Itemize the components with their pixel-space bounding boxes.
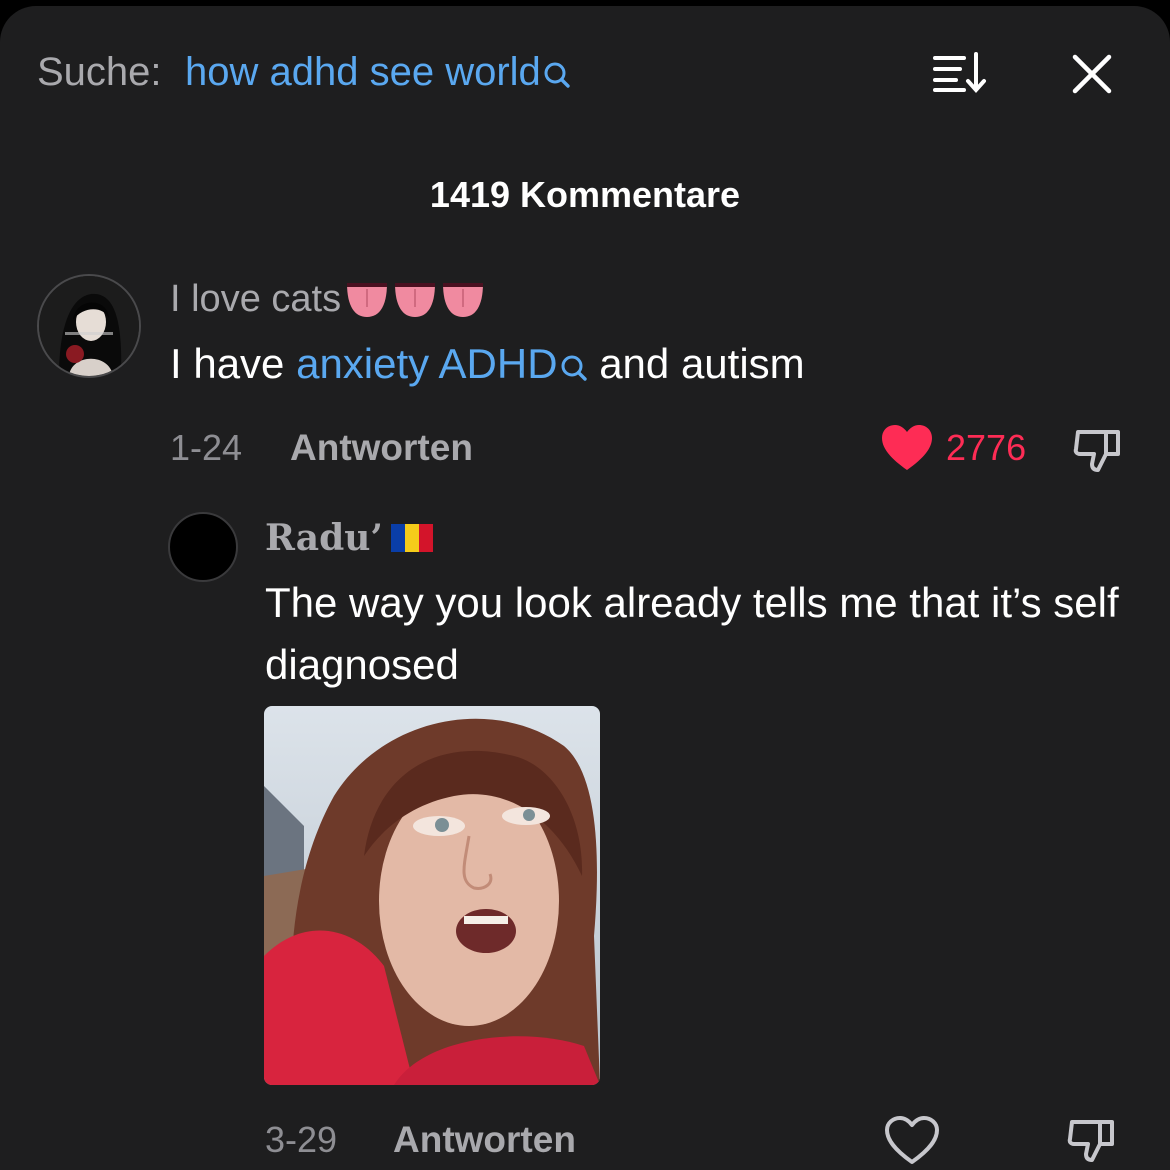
comment-photo[interactable] [264, 706, 600, 1085]
avatar[interactable] [37, 274, 141, 378]
comment-date: 1-24 [170, 427, 243, 468]
thumbs-down-icon[interactable] [1072, 424, 1124, 476]
search-icon [560, 342, 588, 398]
tongue-emoji-icon [443, 283, 484, 317]
comment-text: The way you look already tells me that i… [265, 579, 1119, 688]
like-count: 2776 [946, 427, 1027, 468]
romania-flag-icon [390, 524, 433, 552]
search-prefix: Suche: [37, 50, 162, 94]
reply-button[interactable]: Antworten [393, 1118, 576, 1162]
heart-outline-icon[interactable] [884, 1116, 940, 1166]
search-query-link[interactable]: how adhd see world [185, 46, 571, 104]
reply-button[interactable]: Antworten [290, 426, 473, 470]
comment-text-start: I have [170, 340, 297, 387]
comments-sheet: Suche: how adhd see world 1419 Kommentar… [0, 6, 1170, 1170]
comment-username[interactable]: I love cats [170, 274, 487, 324]
comment-username[interactable]: Radu’ [265, 514, 433, 562]
thumbs-down-icon[interactable] [1066, 1114, 1118, 1166]
close-icon[interactable] [1068, 50, 1116, 98]
avatar[interactable] [168, 512, 238, 582]
heart-filled-icon[interactable] [880, 424, 934, 472]
comment-count: 1419 Kommentare [429, 174, 741, 215]
search-keyword-link[interactable]: anxiety ADHD [296, 340, 587, 387]
comment-text-end: and autism [587, 340, 805, 387]
username-text: Radu’ [265, 517, 383, 559]
sort-icon[interactable] [930, 50, 990, 96]
search-query-text: how adhd see world [185, 50, 541, 94]
search-icon [543, 52, 571, 104]
username-text: I love cats [170, 278, 342, 320]
comment-date: 3-29 [265, 1119, 338, 1160]
keyword-text: anxiety ADHD [296, 340, 558, 387]
comment-text: I have anxiety ADHD and autism [170, 336, 805, 398]
tongue-emoji-icon [395, 283, 436, 317]
tongue-emoji-icon [347, 283, 388, 317]
